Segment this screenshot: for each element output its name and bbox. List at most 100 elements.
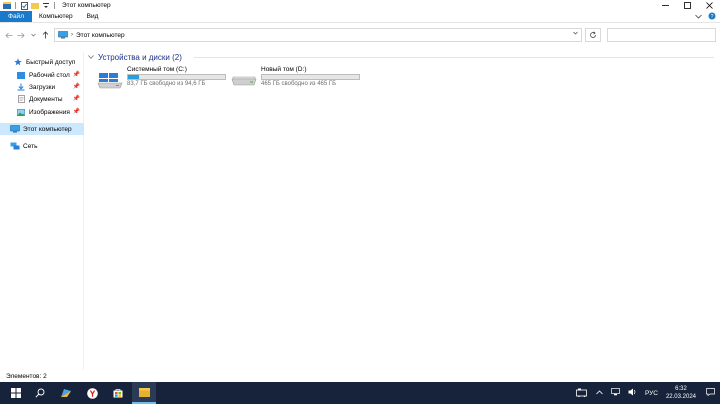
address-dropdown-icon[interactable] xyxy=(573,31,578,37)
drive-name: Новый том (D:) xyxy=(261,66,307,73)
pictures-icon xyxy=(16,107,26,117)
window-title: Этот компьютер xyxy=(62,2,111,9)
sidebar-item-label: Изображения xyxy=(29,108,70,116)
sidebar-item-quick-access[interactable]: Быстрый доступ xyxy=(0,56,84,68)
input-language-indicator[interactable]: РУС xyxy=(645,390,658,397)
content-pane: Устройства и диски (2) Системный том (C:… xyxy=(86,48,720,370)
volume-icon[interactable] xyxy=(628,388,637,398)
search-button[interactable] xyxy=(28,382,52,404)
sidebar-item-network[interactable]: Сеть xyxy=(0,140,84,152)
sidebar-item-desktop[interactable]: Рабочий стол 📌 xyxy=(0,69,84,81)
tray-app-icon[interactable] xyxy=(576,388,588,399)
svg-text:?: ? xyxy=(711,14,714,20)
sidebar-item-label: Документы xyxy=(29,95,63,103)
minimize-button[interactable] xyxy=(654,0,676,11)
expand-ribbon-icon[interactable] xyxy=(695,14,702,21)
collapse-chevron-icon[interactable] xyxy=(88,54,94,61)
tab-view[interactable]: Вид xyxy=(80,11,106,22)
search-icon xyxy=(35,388,45,398)
maximize-button[interactable] xyxy=(676,0,698,11)
tab-computer[interactable]: Компьютер xyxy=(32,11,80,22)
sidebar-item-label: Рабочий стол xyxy=(29,71,70,79)
group-title: Устройства и диски (2) xyxy=(98,52,182,62)
drive-d-tile[interactable]: Новый том (D:) 465 ГБ свободно из 465 ГБ xyxy=(226,66,360,90)
yandex-browser-button[interactable] xyxy=(80,382,104,404)
item-count: Элементов: 2 xyxy=(6,372,47,380)
yandex-browser-icon xyxy=(86,387,98,399)
ribbon-tabs: Файл Компьютер Вид ? xyxy=(0,11,720,23)
windows-drive-icon xyxy=(97,69,123,89)
notifications-icon[interactable] xyxy=(706,388,715,398)
sidebar-item-label: Быстрый доступ xyxy=(26,58,76,66)
up-arrow-icon[interactable] xyxy=(39,28,51,42)
status-bar: Элементов: 2 xyxy=(0,371,720,381)
quick-access-toolbar xyxy=(0,0,56,11)
new-folder-icon[interactable] xyxy=(31,2,39,10)
pin-icon[interactable]: 📌 xyxy=(73,108,80,115)
breadcrumb-this-pc[interactable]: Этот компьютер xyxy=(76,32,125,39)
refresh-button[interactable] xyxy=(585,28,601,42)
refresh-icon xyxy=(590,31,596,38)
star-icon xyxy=(13,57,23,67)
store-icon xyxy=(113,389,123,398)
sidebar-item-pictures[interactable]: Изображения 📌 xyxy=(0,106,84,118)
download-icon xyxy=(16,82,26,92)
customize-toolbar-icon[interactable] xyxy=(42,2,50,10)
file-explorer-button[interactable] xyxy=(132,382,156,404)
recent-locations-chevron-icon[interactable] xyxy=(27,28,39,42)
windows-logo-icon xyxy=(11,388,21,398)
pin-icon[interactable]: 📌 xyxy=(73,95,80,102)
sidebar-item-label: Загрузки xyxy=(29,83,56,91)
search-input[interactable] xyxy=(607,28,716,42)
address-bar[interactable]: › Этот компьютер xyxy=(54,28,582,42)
desktop-icon xyxy=(16,70,26,80)
tab-file[interactable]: Файл xyxy=(0,11,32,22)
toolbar-separator xyxy=(15,2,16,9)
pin-icon[interactable]: 📌 xyxy=(73,83,80,90)
app-icon xyxy=(61,389,71,397)
hard-drive-icon xyxy=(231,69,257,89)
forward-arrow-icon[interactable] xyxy=(15,28,27,42)
sidebar-item-this-pc[interactable]: Этот компьютер xyxy=(0,123,84,135)
taskbar-clock[interactable]: 6:32 22.03.2024 xyxy=(666,385,696,401)
sidebar-item-downloads[interactable]: Загрузки 📌 xyxy=(0,81,84,93)
drive-free-space: 465 ГБ свободно из 465 ГБ xyxy=(261,81,337,87)
clock-date: 22.03.2024 xyxy=(665,394,696,400)
system-tray: РУС 6:32 22.03.2024 xyxy=(572,382,720,404)
sidebar-item-label: Сеть xyxy=(23,142,38,150)
network-status-icon[interactable] xyxy=(611,388,620,398)
task-view-button[interactable] xyxy=(54,382,78,404)
properties-icon[interactable] xyxy=(20,1,28,10)
group-divider xyxy=(194,57,714,58)
navigation-pane: Быстрый доступ Рабочий стол 📌 Загрузки 📌… xyxy=(0,52,84,370)
drive-usage-bar xyxy=(127,74,226,80)
drive-usage-bar xyxy=(261,74,360,80)
pin-icon[interactable]: 📌 xyxy=(73,71,80,78)
start-button[interactable] xyxy=(4,382,28,404)
group-header-devices[interactable]: Устройства и диски (2) xyxy=(86,51,182,63)
close-button[interactable] xyxy=(698,0,720,11)
drive-name: Системный том (C:) xyxy=(127,66,187,73)
back-arrow-icon[interactable] xyxy=(3,28,15,42)
toolbar-separator xyxy=(54,2,55,9)
help-icon[interactable]: ? xyxy=(708,12,716,22)
computer-icon xyxy=(58,31,68,39)
navigation-bar: › Этот компьютер xyxy=(0,25,720,45)
network-icon xyxy=(10,141,20,151)
drive-usage-fill xyxy=(128,75,140,79)
breadcrumb-chevron-icon[interactable]: › xyxy=(71,32,73,38)
clock-time: 6:32 xyxy=(675,386,687,392)
explorer-app-icon[interactable] xyxy=(3,2,11,10)
ribbon-right-controls: ? xyxy=(695,11,716,23)
sidebar-item-label: Этот компьютер xyxy=(23,125,72,133)
sidebar-item-documents[interactable]: Документы 📌 xyxy=(0,93,84,105)
documents-icon xyxy=(16,94,26,104)
taskbar: РУС 6:32 22.03.2024 xyxy=(0,382,720,404)
folder-icon xyxy=(138,387,150,397)
window-controls xyxy=(654,0,720,11)
show-hidden-icons-chevron-icon[interactable] xyxy=(596,389,603,397)
computer-icon xyxy=(10,124,20,134)
drive-c-tile[interactable]: Системный том (C:) 83,7 ГБ свободно из 9… xyxy=(92,66,226,90)
drive-free-space: 83,7 ГБ свободно из 94,6 ГБ xyxy=(127,81,206,87)
store-button[interactable] xyxy=(106,382,130,404)
